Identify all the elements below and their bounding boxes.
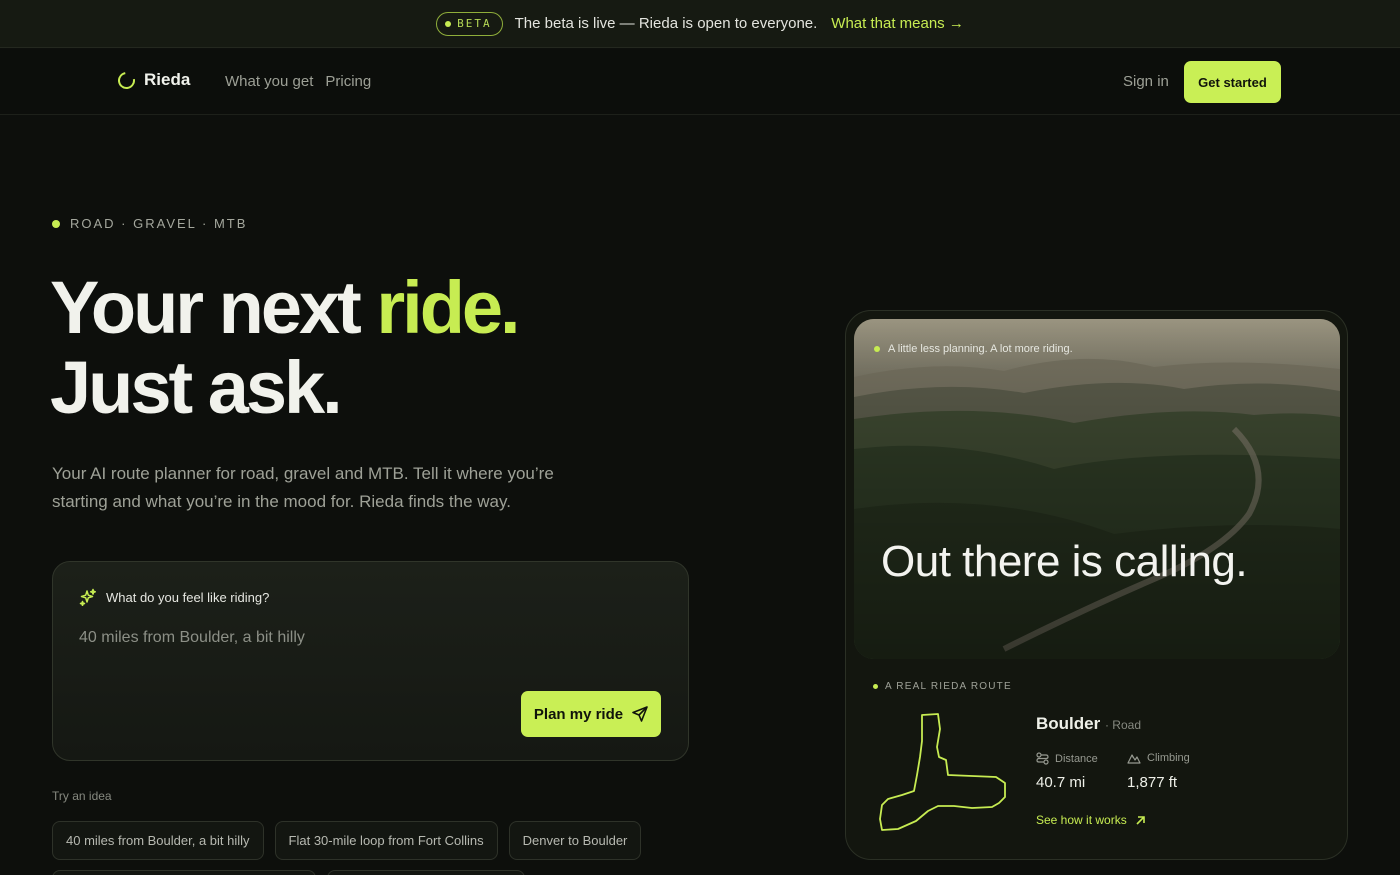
headline-line2: Just ask. [50, 346, 343, 429]
sign-in-link[interactable]: Sign in [1123, 73, 1169, 90]
idea-chip-partial[interactable] [52, 870, 316, 875]
distance-value: 40.7 mi [1036, 774, 1086, 791]
hero-subtitle: Your AI route planner for road, gravel a… [52, 464, 554, 511]
route-dot-icon [873, 684, 878, 689]
idea-chip[interactable]: Flat 30-mile loop from Fort Collins [274, 821, 498, 860]
image-caption: A little less planning. A lot more ridin… [874, 343, 1073, 355]
headline-accent: ride. [376, 266, 520, 349]
distance-icon [1036, 752, 1049, 765]
brand-name: Rieda [144, 70, 191, 89]
climbing-label: Climbing [1127, 752, 1190, 764]
beta-badge-label: BETA [457, 17, 492, 30]
idea-chip[interactable]: 40 miles from Boulder, a bit hilly [52, 821, 264, 860]
prompt-card: What do you feel like riding? Plan my ri… [52, 561, 689, 761]
plan-my-ride-button[interactable]: Plan my ride [521, 691, 661, 737]
idea-chips: 40 miles from Boulder, a bit hilly Flat … [52, 821, 642, 860]
nav-links: What you get Pricing [225, 73, 371, 90]
tag-dot-icon [52, 219, 60, 228]
tag-text: ROAD · GRAVEL · MTB [70, 216, 248, 231]
route-name: Boulder · Road [1036, 714, 1141, 734]
route-type: · Road [1104, 718, 1141, 732]
route-map-outline [879, 713, 1006, 831]
sparkle-icon [79, 588, 97, 606]
nav-link-pricing[interactable]: Pricing [325, 73, 371, 90]
headline-line1: Your next [50, 266, 377, 349]
image-title: Out there is calling. [881, 537, 1248, 586]
mountain-icon [1127, 754, 1141, 764]
idea-chips-row2 [52, 870, 525, 875]
send-icon [632, 706, 648, 722]
see-how-text: See how it works [1036, 813, 1127, 827]
prompt-label: What do you feel like riding? [79, 588, 269, 606]
idea-chip[interactable]: Denver to Boulder [508, 821, 642, 860]
logo-ring-icon [114, 68, 139, 92]
announcement-text: The beta is live — Rieda is open to ever… [514, 15, 818, 32]
see-how-it-works-link[interactable]: See how it works [1036, 813, 1146, 827]
top-nav: Rieda What you get Pricing Sign in Get s… [0, 49, 1400, 115]
discipline-tag: ROAD · GRAVEL · MTB [52, 216, 247, 231]
nav-link-what-you-get[interactable]: What you get [225, 73, 313, 90]
route-name-text: Boulder [1036, 714, 1101, 733]
ride-prompt-input[interactable] [79, 626, 659, 650]
announcement-link[interactable]: What that means → [831, 15, 964, 32]
climbing-value: 1,877 ft [1127, 774, 1178, 791]
try-idea-label: Try an idea [52, 789, 112, 803]
route-card: A little less planning. A lot more ridin… [845, 310, 1348, 860]
plan-button-label: Plan my ride [533, 705, 624, 723]
idea-chip-partial[interactable] [327, 870, 525, 875]
route-meta-text: A REAL RIEDA ROUTE [885, 681, 1012, 692]
arrow-up-right-icon [1136, 815, 1145, 825]
announcement-bar: BETA The beta is live — Rieda is open to… [0, 0, 1400, 48]
brand-logo[interactable]: Rieda [114, 68, 191, 92]
prompt-label-text: What do you feel like riding? [106, 589, 270, 605]
landscape-image: A little less planning. A lot more ridin… [854, 319, 1340, 659]
climbing-label-text: Climbing [1147, 752, 1190, 764]
route-meta: A REAL RIEDA ROUTE [873, 681, 1012, 692]
distance-label-text: Distance [1055, 752, 1098, 765]
beta-dot-icon [445, 20, 452, 27]
beta-badge: BETA [436, 11, 503, 36]
caption-dot-icon [874, 346, 880, 352]
hero-headline: Your next ride. Just ask. [50, 266, 521, 429]
distance-label: Distance [1036, 752, 1098, 765]
landscape-illustration [854, 319, 1340, 659]
caption-text: A little less planning. A lot more ridin… [888, 343, 1073, 355]
get-started-button[interactable]: Get started [1184, 61, 1281, 103]
